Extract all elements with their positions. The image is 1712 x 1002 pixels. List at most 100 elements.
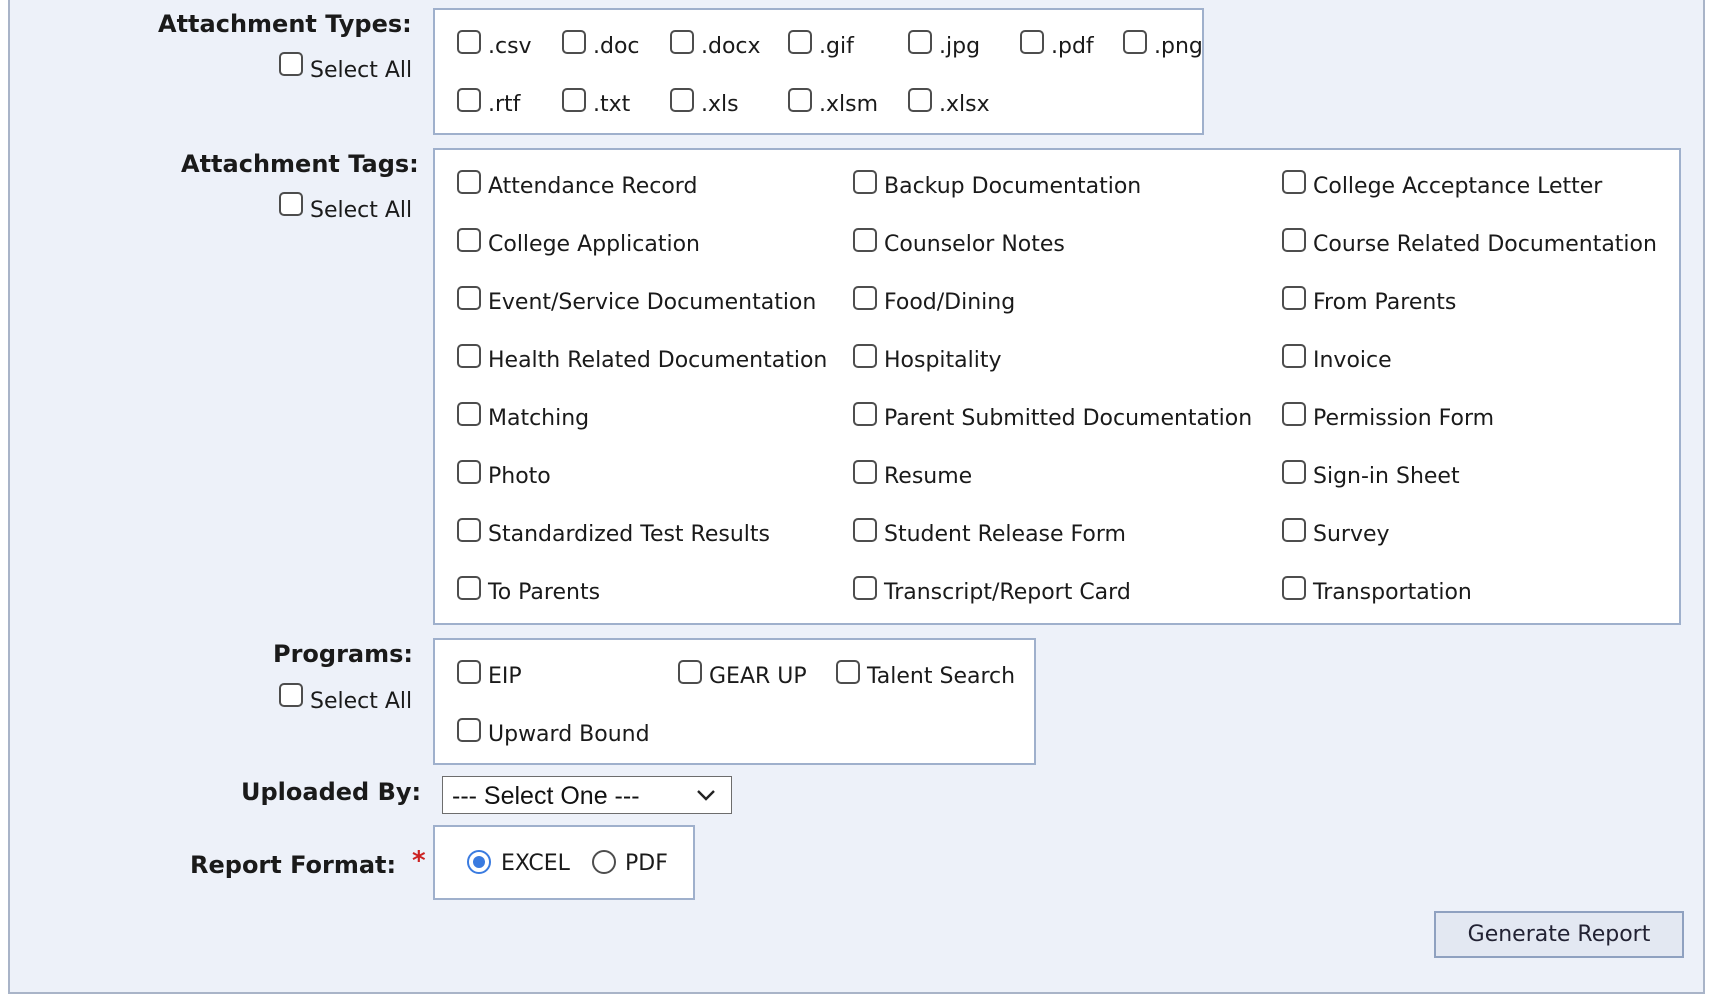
tag-sign-in-sheet-checkbox[interactable]: [1282, 460, 1306, 484]
tag-invoice-label: Invoice: [1313, 348, 1392, 373]
attachment-tags-select-all-checkbox[interactable]: [279, 192, 303, 216]
tag-health-related-documentation-checkbox[interactable]: [457, 344, 481, 368]
type-xls-label: .xls: [701, 92, 739, 117]
type-rtf-label: .rtf: [488, 92, 521, 117]
type-doc-label: .doc: [593, 34, 640, 59]
programs-box: EIP GEAR UP Talent Search Upward Bound: [433, 638, 1036, 765]
tag-transcript-report-card-label: Transcript/Report Card: [884, 580, 1131, 605]
type-gif-checkbox[interactable]: [788, 30, 812, 54]
report-format-pdf-radio[interactable]: [592, 850, 616, 874]
program-talent-search-label: Talent Search: [867, 664, 1016, 689]
type-csv-label: .csv: [488, 34, 532, 59]
tag-hospitality-checkbox[interactable]: [853, 344, 877, 368]
attachment-types-box: .csv .doc .docx .gif .jpg .pdf .png .rtf .txt .xl…: [433, 8, 1204, 135]
attachment-types-select-all-label: Select All: [310, 58, 413, 83]
tag-photo-checkbox[interactable]: [457, 460, 481, 484]
type-txt-label: .txt: [593, 92, 631, 117]
type-pdf-label: .pdf: [1051, 34, 1094, 59]
tag-college-application-checkbox[interactable]: [457, 228, 481, 252]
tag-sign-in-sheet-label: Sign-in Sheet: [1313, 464, 1460, 489]
programs-label: Programs:: [273, 640, 414, 668]
attachment-tags-box: Attendance Record Backup Documentation Col…: [433, 148, 1681, 625]
report-format-label: Report Format:: [190, 851, 397, 879]
tag-from-parents-label: From Parents: [1313, 290, 1457, 315]
program-upward-bound-label: Upward Bound: [488, 722, 650, 747]
tag-event-service-documentation-label: Event/Service Documentation: [488, 290, 817, 315]
type-txt-checkbox[interactable]: [562, 88, 586, 112]
type-jpg-label: .jpg: [939, 34, 981, 59]
type-xlsx-label: .xlsx: [939, 92, 990, 117]
tag-food-dining-label: Food/Dining: [884, 290, 1016, 315]
tag-matching-label: Matching: [488, 406, 590, 431]
tag-resume-label: Resume: [884, 464, 973, 489]
type-png-checkbox[interactable]: [1123, 30, 1147, 54]
programs-select-all-checkbox[interactable]: [279, 683, 303, 707]
type-jpg-checkbox[interactable]: [908, 30, 932, 54]
type-pdf-checkbox[interactable]: [1020, 30, 1044, 54]
tag-invoice-checkbox[interactable]: [1282, 344, 1306, 368]
tag-transportation-checkbox[interactable]: [1282, 576, 1306, 600]
type-docx-checkbox[interactable]: [670, 30, 694, 54]
report-form-panel: Attachment Types: Select All .csv .doc .do…: [8, 0, 1705, 994]
tag-course-related-documentation-label: Course Related Documentation: [1313, 232, 1657, 257]
required-marker: *: [412, 846, 426, 876]
tag-survey-label: Survey: [1313, 522, 1390, 547]
type-png-label: .png: [1154, 34, 1203, 59]
tag-resume-checkbox[interactable]: [853, 460, 877, 484]
type-gif-label: .gif: [819, 34, 854, 59]
type-doc-checkbox[interactable]: [562, 30, 586, 54]
tag-college-application-label: College Application: [488, 232, 700, 257]
programs-select-all-label: Select All: [310, 689, 413, 714]
uploaded-by-label: Uploaded By:: [241, 778, 422, 806]
tag-student-release-form-checkbox[interactable]: [853, 518, 877, 542]
tag-parent-submitted-documentation-label: Parent Submitted Documentation: [884, 406, 1253, 431]
type-xlsm-label: .xlsm: [819, 92, 879, 117]
tag-hospitality-label: Hospitality: [884, 348, 1002, 373]
attachment-types-label: Attachment Types:: [158, 10, 412, 38]
type-xlsm-checkbox[interactable]: [788, 88, 812, 112]
type-xls-checkbox[interactable]: [670, 88, 694, 112]
tag-from-parents-checkbox[interactable]: [1282, 286, 1306, 310]
tag-permission-form-checkbox[interactable]: [1282, 402, 1306, 426]
tag-standardized-test-results-label: Standardized Test Results: [488, 522, 770, 547]
tag-survey-checkbox[interactable]: [1282, 518, 1306, 542]
tag-standardized-test-results-checkbox[interactable]: [457, 518, 481, 542]
program-eip-checkbox[interactable]: [457, 660, 481, 684]
tag-to-parents-label: To Parents: [488, 580, 601, 605]
chevron-down-icon: [695, 785, 717, 809]
tag-food-dining-checkbox[interactable]: [853, 286, 877, 310]
type-xlsx-checkbox[interactable]: [908, 88, 932, 112]
program-gear-up-checkbox[interactable]: [678, 660, 702, 684]
report-format-pdf-label: PDF: [625, 851, 668, 876]
tag-matching-checkbox[interactable]: [457, 402, 481, 426]
report-format-excel-radio[interactable]: [467, 850, 491, 874]
tag-backup-documentation-checkbox[interactable]: [853, 170, 877, 194]
attachment-types-select-all-checkbox[interactable]: [279, 52, 303, 76]
tag-permission-form-label: Permission Form: [1313, 406, 1495, 431]
uploaded-by-select[interactable]: --- Select One ---: [442, 776, 732, 814]
program-talent-search-checkbox[interactable]: [836, 660, 860, 684]
tag-attendance-record-checkbox[interactable]: [457, 170, 481, 194]
tag-course-related-documentation-checkbox[interactable]: [1282, 228, 1306, 252]
tag-counselor-notes-checkbox[interactable]: [853, 228, 877, 252]
program-gear-up-label: GEAR UP: [709, 664, 807, 689]
tag-transportation-label: Transportation: [1313, 580, 1472, 605]
tag-parent-submitted-documentation-checkbox[interactable]: [853, 402, 877, 426]
tag-backup-documentation-label: Backup Documentation: [884, 174, 1142, 199]
tag-transcript-report-card-checkbox[interactable]: [853, 576, 877, 600]
tag-college-acceptance-letter-checkbox[interactable]: [1282, 170, 1306, 194]
program-eip-label: EIP: [488, 664, 522, 689]
tag-counselor-notes-label: Counselor Notes: [884, 232, 1065, 257]
program-upward-bound-checkbox[interactable]: [457, 718, 481, 742]
type-csv-checkbox[interactable]: [457, 30, 481, 54]
tag-event-service-documentation-checkbox[interactable]: [457, 286, 481, 310]
tag-health-related-documentation-label: Health Related Documentation: [488, 348, 828, 373]
tag-student-release-form-label: Student Release Form: [884, 522, 1126, 547]
type-rtf-checkbox[interactable]: [457, 88, 481, 112]
report-format-excel-label: EXCEL: [501, 851, 570, 876]
generate-report-button[interactable]: Generate Report: [1434, 911, 1684, 958]
type-docx-label: .docx: [701, 34, 761, 59]
uploaded-by-selected-value: --- Select One ---: [452, 782, 640, 810]
tag-photo-label: Photo: [488, 464, 551, 489]
tag-to-parents-checkbox[interactable]: [457, 576, 481, 600]
